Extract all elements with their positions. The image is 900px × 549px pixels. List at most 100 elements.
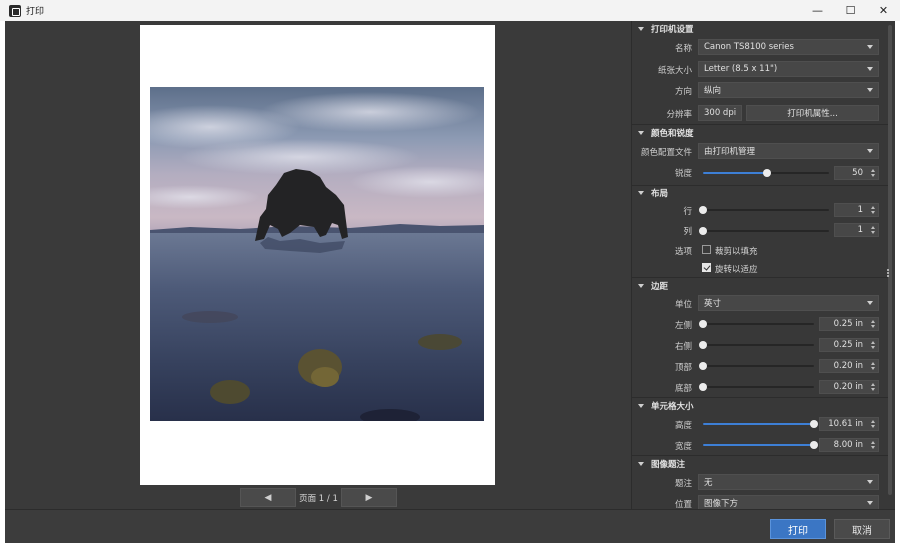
caption-position-select[interactable]: 图像下方 xyxy=(698,495,879,509)
caption-position-value: 图像下方 xyxy=(704,499,739,509)
bottom-margin-spinbox[interactable]: 0.20 in xyxy=(819,380,879,394)
dropdown-caret-icon xyxy=(867,88,873,92)
close-button[interactable]: ✕ xyxy=(867,0,900,21)
cancel-button[interactable]: 取消 xyxy=(834,519,890,539)
collapse-triangle-icon xyxy=(638,404,644,408)
spin-down-icon[interactable] xyxy=(871,174,875,177)
printer-properties-button[interactable]: 打印机属性... xyxy=(746,105,879,121)
section-margins-header[interactable]: 边距 xyxy=(632,278,888,294)
cell-width-slider-track[interactable] xyxy=(703,444,814,446)
resolution-value[interactable]: 300 dpi xyxy=(698,105,742,121)
rows-slider-thumb[interactable] xyxy=(699,206,707,214)
section-cell-size-header[interactable]: 单元格大小 xyxy=(632,398,888,414)
top-margin-spinbox[interactable]: 0.20 in xyxy=(819,359,879,373)
spin-down-icon[interactable] xyxy=(871,425,875,428)
panel-resize-handle-icon[interactable] xyxy=(887,269,889,277)
cell-height-slider-thumb[interactable] xyxy=(810,420,818,428)
spin-up-icon[interactable] xyxy=(871,420,875,423)
bottom-margin-label: 底部 xyxy=(674,384,692,394)
sharpness-slider-thumb[interactable] xyxy=(763,169,771,177)
section-caption-header[interactable]: 图像题注 xyxy=(632,456,888,472)
rotate-to-fit-label[interactable]: 旋转以适应 xyxy=(715,263,758,275)
bottom-margin-slider-track[interactable] xyxy=(703,386,814,388)
spin-down-icon[interactable] xyxy=(871,231,875,234)
right-margin-slider-thumb[interactable] xyxy=(699,341,707,349)
section-title: 颜色和锐度 xyxy=(651,129,694,139)
collapse-triangle-icon xyxy=(638,27,644,31)
section-printer-header[interactable]: 打印机设置 xyxy=(632,21,888,37)
spin-down-icon[interactable] xyxy=(871,446,875,449)
left-margin-slider-track[interactable] xyxy=(703,323,814,325)
right-margin-slider-track[interactable] xyxy=(703,344,814,346)
cell-width-slider-thumb[interactable] xyxy=(810,441,818,449)
printer-name-value: Canon TS8100 series xyxy=(704,42,794,52)
color-profile-select[interactable]: 由打印机管理 xyxy=(698,143,879,159)
collapse-triangle-icon xyxy=(638,462,644,466)
left-margin-label: 左侧 xyxy=(674,321,692,331)
spin-up-icon[interactable] xyxy=(871,320,875,323)
dropdown-caret-icon xyxy=(867,149,873,153)
print-button[interactable]: 打印 xyxy=(770,519,826,539)
rows-slider-track[interactable] xyxy=(703,209,829,211)
left-margin-spinbox[interactable]: 0.25 in xyxy=(819,317,879,331)
printer-name-select[interactable]: Canon TS8100 series xyxy=(698,39,879,55)
dropdown-caret-icon xyxy=(867,67,873,71)
left-margin-value: 0.25 in xyxy=(833,319,863,329)
panel-scrollbar[interactable] xyxy=(888,25,892,495)
columns-slider-thumb[interactable] xyxy=(699,227,707,235)
cell-height-spinbox[interactable]: 10.61 in xyxy=(819,417,879,431)
section-color-header[interactable]: 颜色和锐度 xyxy=(632,125,888,141)
maximize-button[interactable]: ☐ xyxy=(834,0,867,21)
spin-up-icon[interactable] xyxy=(871,341,875,344)
rotate-to-fit-checkbox[interactable] xyxy=(702,263,711,272)
bottom-margin-slider-thumb[interactable] xyxy=(699,383,707,391)
spin-down-icon[interactable] xyxy=(871,211,875,214)
crop-to-fill-label[interactable]: 裁剪以填充 xyxy=(715,245,758,257)
section-layout-header[interactable]: 布局 xyxy=(632,185,888,201)
top-margin-slider-track[interactable] xyxy=(703,365,814,367)
spin-up-icon[interactable] xyxy=(871,383,875,386)
spin-down-icon[interactable] xyxy=(871,367,875,370)
page-indicator: 页面 1 / 1 xyxy=(299,493,338,504)
spin-up-icon[interactable] xyxy=(871,226,875,229)
cell-width-spinbox[interactable]: 8.00 in xyxy=(819,438,879,452)
left-margin-slider-thumb[interactable] xyxy=(699,320,707,328)
spin-down-icon[interactable] xyxy=(871,325,875,328)
crop-to-fill-checkbox[interactable] xyxy=(702,245,711,254)
sharpness-spinbox[interactable]: 50 xyxy=(834,166,879,180)
orientation-select[interactable]: 纵向 xyxy=(698,82,879,98)
spin-up-icon[interactable] xyxy=(871,441,875,444)
printer-name-label: 名称 xyxy=(674,44,692,54)
print-dialog: ◀ 页面 1 / 1 ▶ 打印机设置 名称 Canon TS8100 serie… xyxy=(5,21,895,543)
collapse-triangle-icon xyxy=(638,131,644,135)
right-margin-label: 右侧 xyxy=(674,342,692,352)
paper-size-select[interactable]: Letter (8.5 x 11") xyxy=(698,61,879,77)
page-navigator: ◀ 页面 1 / 1 ▶ xyxy=(240,488,397,507)
unit-select[interactable]: 英寸 xyxy=(698,295,879,311)
section-title: 打印机设置 xyxy=(651,25,694,35)
spin-up-icon[interactable] xyxy=(871,206,875,209)
color-profile-value: 由打印机管理 xyxy=(704,147,756,157)
cell-height-slider-track[interactable] xyxy=(703,423,814,425)
minimize-button[interactable]: — xyxy=(801,0,834,21)
spin-up-icon[interactable] xyxy=(871,362,875,365)
settings-panel[interactable]: 打印机设置 名称 Canon TS8100 series 纸张大小 Letter… xyxy=(631,21,895,509)
dialog-footer: 打印 取消 xyxy=(5,509,895,543)
caption-select[interactable]: 无 xyxy=(698,474,879,490)
spin-down-icon[interactable] xyxy=(871,346,875,349)
sharpness-label: 锐度 xyxy=(674,169,692,179)
spin-up-icon[interactable] xyxy=(871,169,875,172)
top-margin-value: 0.20 in xyxy=(833,361,863,371)
columns-spinbox[interactable]: 1 xyxy=(834,223,879,237)
previous-page-button[interactable]: ◀ xyxy=(240,488,296,507)
photo-preview xyxy=(150,87,484,421)
right-margin-spinbox[interactable]: 0.25 in xyxy=(819,338,879,352)
top-margin-slider-thumb[interactable] xyxy=(699,362,707,370)
spin-down-icon[interactable] xyxy=(871,388,875,391)
rows-value: 1 xyxy=(857,205,863,215)
columns-slider-track[interactable] xyxy=(703,230,829,232)
landscape-photo xyxy=(150,87,484,421)
rows-spinbox[interactable]: 1 xyxy=(834,203,879,217)
next-page-button[interactable]: ▶ xyxy=(341,488,397,507)
paper-size-value: Letter (8.5 x 11") xyxy=(704,64,778,74)
